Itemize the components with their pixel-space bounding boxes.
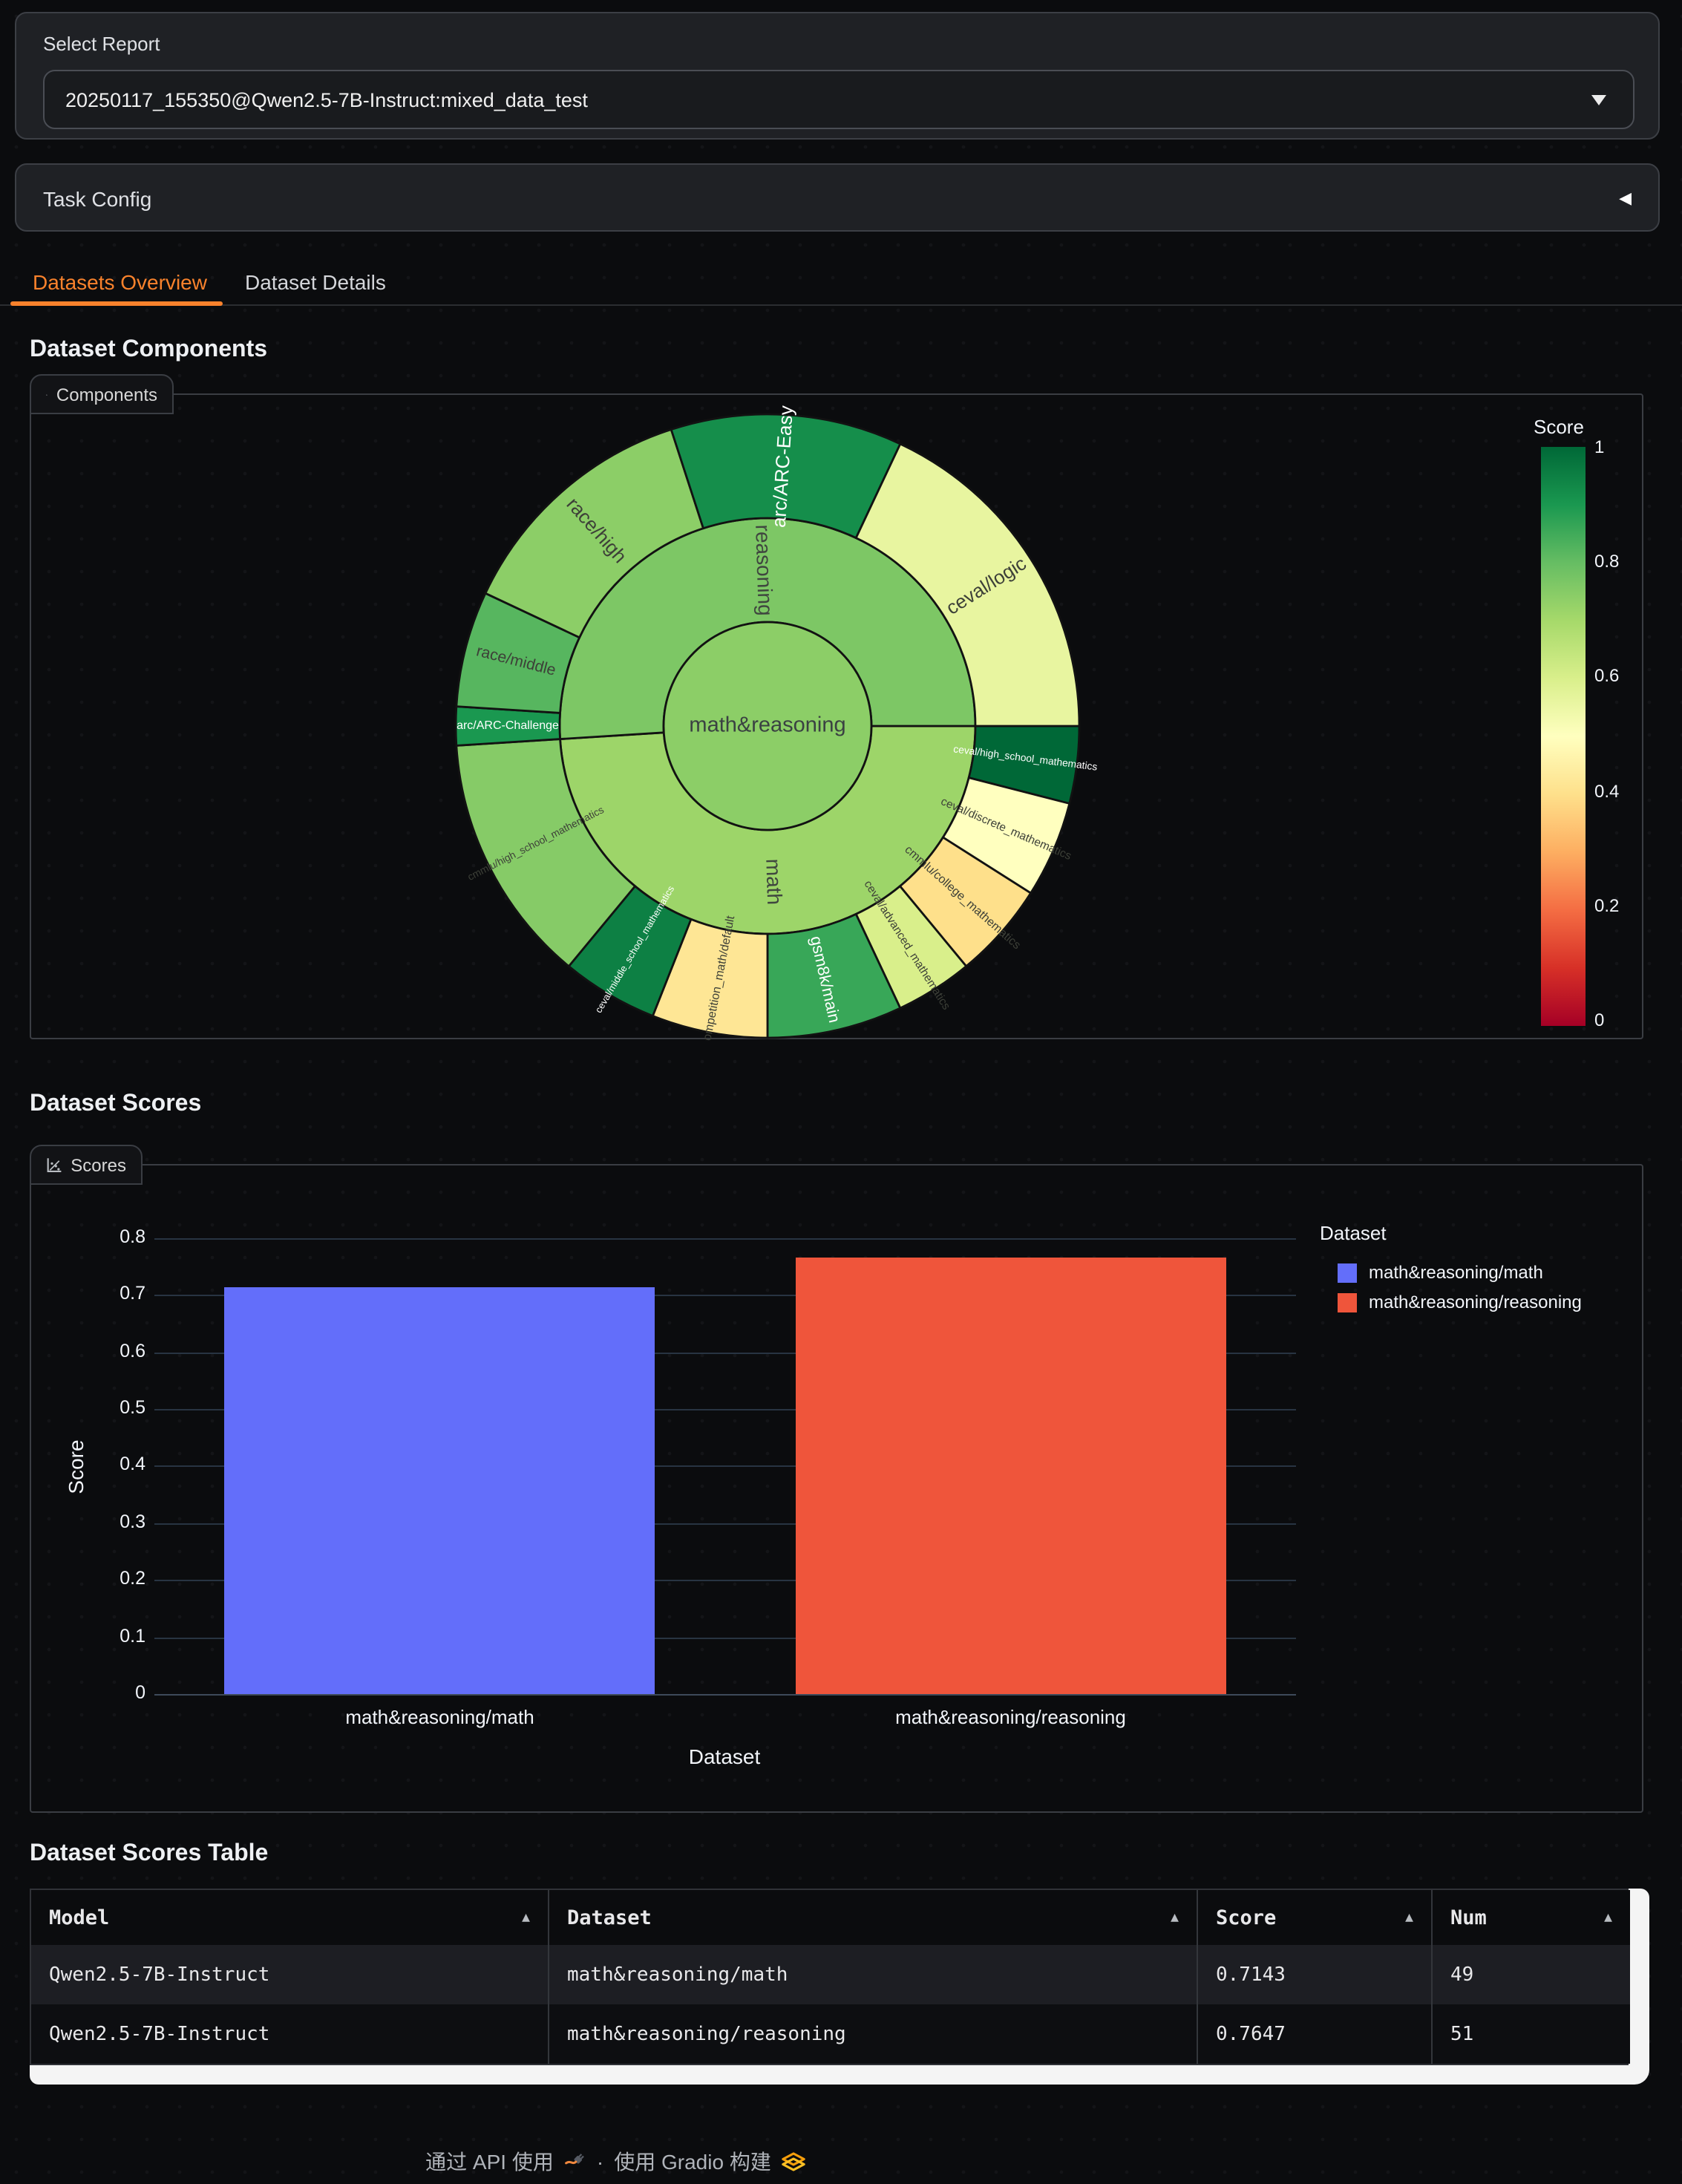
chevron-down-icon — [1591, 94, 1606, 105]
gridline — [154, 1694, 1296, 1696]
legend-swatch-reasoning — [1338, 1292, 1357, 1312]
colorbar-gradient — [1541, 447, 1586, 1026]
legend-item[interactable]: math&reasoning/math — [1338, 1262, 1543, 1283]
table-cell: math&reasoning/reasoning — [548, 2004, 1197, 2064]
svg-text:reasoning: reasoning — [751, 524, 777, 616]
col-header-dataset[interactable]: Dataset▲ — [548, 1890, 1197, 1945]
task-config-accordion[interactable]: Task Config ◀ — [15, 163, 1660, 232]
chart-icon — [46, 385, 48, 403]
col-header-num[interactable]: Num▲ — [1431, 1890, 1630, 1945]
colorbar-tick: 0 — [1594, 1010, 1604, 1030]
y-tick-label: 0.1 — [56, 1625, 145, 1646]
sunburst-chart[interactable]: math&reasoningmathreasoningceval/high_sc… — [31, 395, 1645, 1041]
sort-icon[interactable]: ▲ — [522, 1910, 530, 1925]
select-report-panel: Select Report 20250117_155350@Qwen2.5-7B… — [15, 12, 1660, 140]
colorbar-tick: 0.6 — [1594, 666, 1619, 687]
tabs-divider — [0, 304, 1682, 306]
components-plot-label-text: Components — [56, 384, 157, 405]
col-header-model[interactable]: Model▲ — [31, 1890, 548, 1945]
y-tick-label: 0.8 — [56, 1226, 145, 1247]
y-tick-label: 0.7 — [56, 1283, 145, 1304]
footer-api-text[interactable]: 通过 API 使用 — [425, 2147, 554, 2177]
table-cell: Qwen2.5-7B-Instruct — [31, 1945, 548, 2004]
table-heading: Dataset Scores Table — [30, 1841, 268, 1868]
footer-separator: · — [597, 2150, 603, 2174]
table-cell: 0.7647 — [1197, 2004, 1431, 2064]
svg-text:math&reasoning: math&reasoning — [689, 713, 845, 737]
colorbar-tick: 0.4 — [1594, 780, 1619, 801]
report-dropdown[interactable]: 20250117_155350@Qwen2.5-7B-Instruct:mixe… — [43, 70, 1634, 129]
table-cell: 49 — [1431, 1945, 1630, 2004]
tab-datasets-overview[interactable]: Datasets Overview — [33, 270, 207, 294]
footer: 通过 API 使用 · 使用 Gradio 构建 — [371, 2147, 861, 2177]
app-root: Select Report 20250117_155350@Qwen2.5-7B… — [0, 0, 1682, 2184]
task-config-label: Task Config — [43, 187, 151, 211]
gradio-logo-icon — [782, 2151, 807, 2172]
plug-icon — [564, 2151, 586, 2173]
legend-title: Dataset — [1320, 1222, 1387, 1244]
colorbar-title: Score — [1534, 416, 1584, 438]
select-report-label: Select Report — [43, 33, 160, 55]
bar-reasoning[interactable] — [796, 1258, 1226, 1694]
scores-plot-label-text: Scores — [71, 1154, 126, 1175]
bar-math[interactable] — [225, 1286, 655, 1694]
scores-table: Model▲ Dataset▲ Score▲ Num▲ Qwen2.5-7B-I… — [30, 1889, 1629, 2065]
col-header-score[interactable]: Score▲ — [1197, 1890, 1431, 1945]
sort-icon[interactable]: ▲ — [1405, 1910, 1413, 1925]
y-tick-label: 0 — [56, 1682, 145, 1703]
x-axis-title: Dataset — [502, 1745, 947, 1768]
table-cell: 0.7143 — [1197, 1945, 1431, 2004]
components-plot-panel[interactable]: math&reasoningmathreasoningceval/high_sc… — [30, 393, 1643, 1039]
sort-icon[interactable]: ▲ — [1171, 1910, 1179, 1925]
x-tick-label: math&reasoning/math — [217, 1706, 663, 1728]
chart-icon — [46, 1156, 62, 1174]
scores-heading: Dataset Scores — [30, 1091, 201, 1118]
legend-item[interactable]: math&reasoning/reasoning — [1338, 1292, 1582, 1312]
table-cell: Qwen2.5-7B-Instruct — [31, 2004, 548, 2064]
sort-icon[interactable]: ▲ — [1604, 1910, 1612, 1925]
footer-built-text[interactable]: 使用 Gradio 构建 — [614, 2147, 771, 2177]
table-cell: math&reasoning/math — [548, 1945, 1197, 2004]
scores-plot-panel[interactable]: 00.10.20.30.40.50.60.70.8 math&reasoning… — [30, 1164, 1643, 1813]
scores-plot-label: Scores — [30, 1145, 143, 1185]
x-tick-label: math&reasoning/reasoning — [788, 1706, 1234, 1728]
colorbar-tick: 1 — [1594, 437, 1604, 457]
svg-text:arc/ARC-Challenge: arc/ARC-Challenge — [457, 719, 559, 732]
legend-label-reasoning: math&reasoning/reasoning — [1369, 1292, 1582, 1312]
y-tick-label: 0.3 — [56, 1511, 145, 1532]
legend-label-math: math&reasoning/math — [1369, 1262, 1543, 1283]
accordion-collapsed-icon: ◀ — [1619, 189, 1632, 208]
tab-dataset-details[interactable]: Dataset Details — [245, 270, 386, 294]
y-tick-label: 0.5 — [56, 1397, 145, 1418]
gridline — [154, 1238, 1296, 1240]
y-tick-label: 0.6 — [56, 1340, 145, 1361]
svg-text:math: math — [762, 858, 786, 905]
table-cell: 51 — [1431, 2004, 1630, 2064]
legend-swatch-math — [1338, 1263, 1357, 1282]
report-dropdown-value: 20250117_155350@Qwen2.5-7B-Instruct:mixe… — [45, 88, 1591, 111]
colorbar-tick: 0.8 — [1594, 551, 1619, 572]
y-axis-title: Score — [64, 1422, 88, 1511]
y-tick-label: 0.2 — [56, 1568, 145, 1589]
components-plot-label: Components — [30, 374, 174, 414]
components-heading: Dataset Components — [30, 337, 267, 364]
active-tab-underline — [10, 301, 223, 306]
colorbar-tick: 0.2 — [1594, 895, 1619, 916]
